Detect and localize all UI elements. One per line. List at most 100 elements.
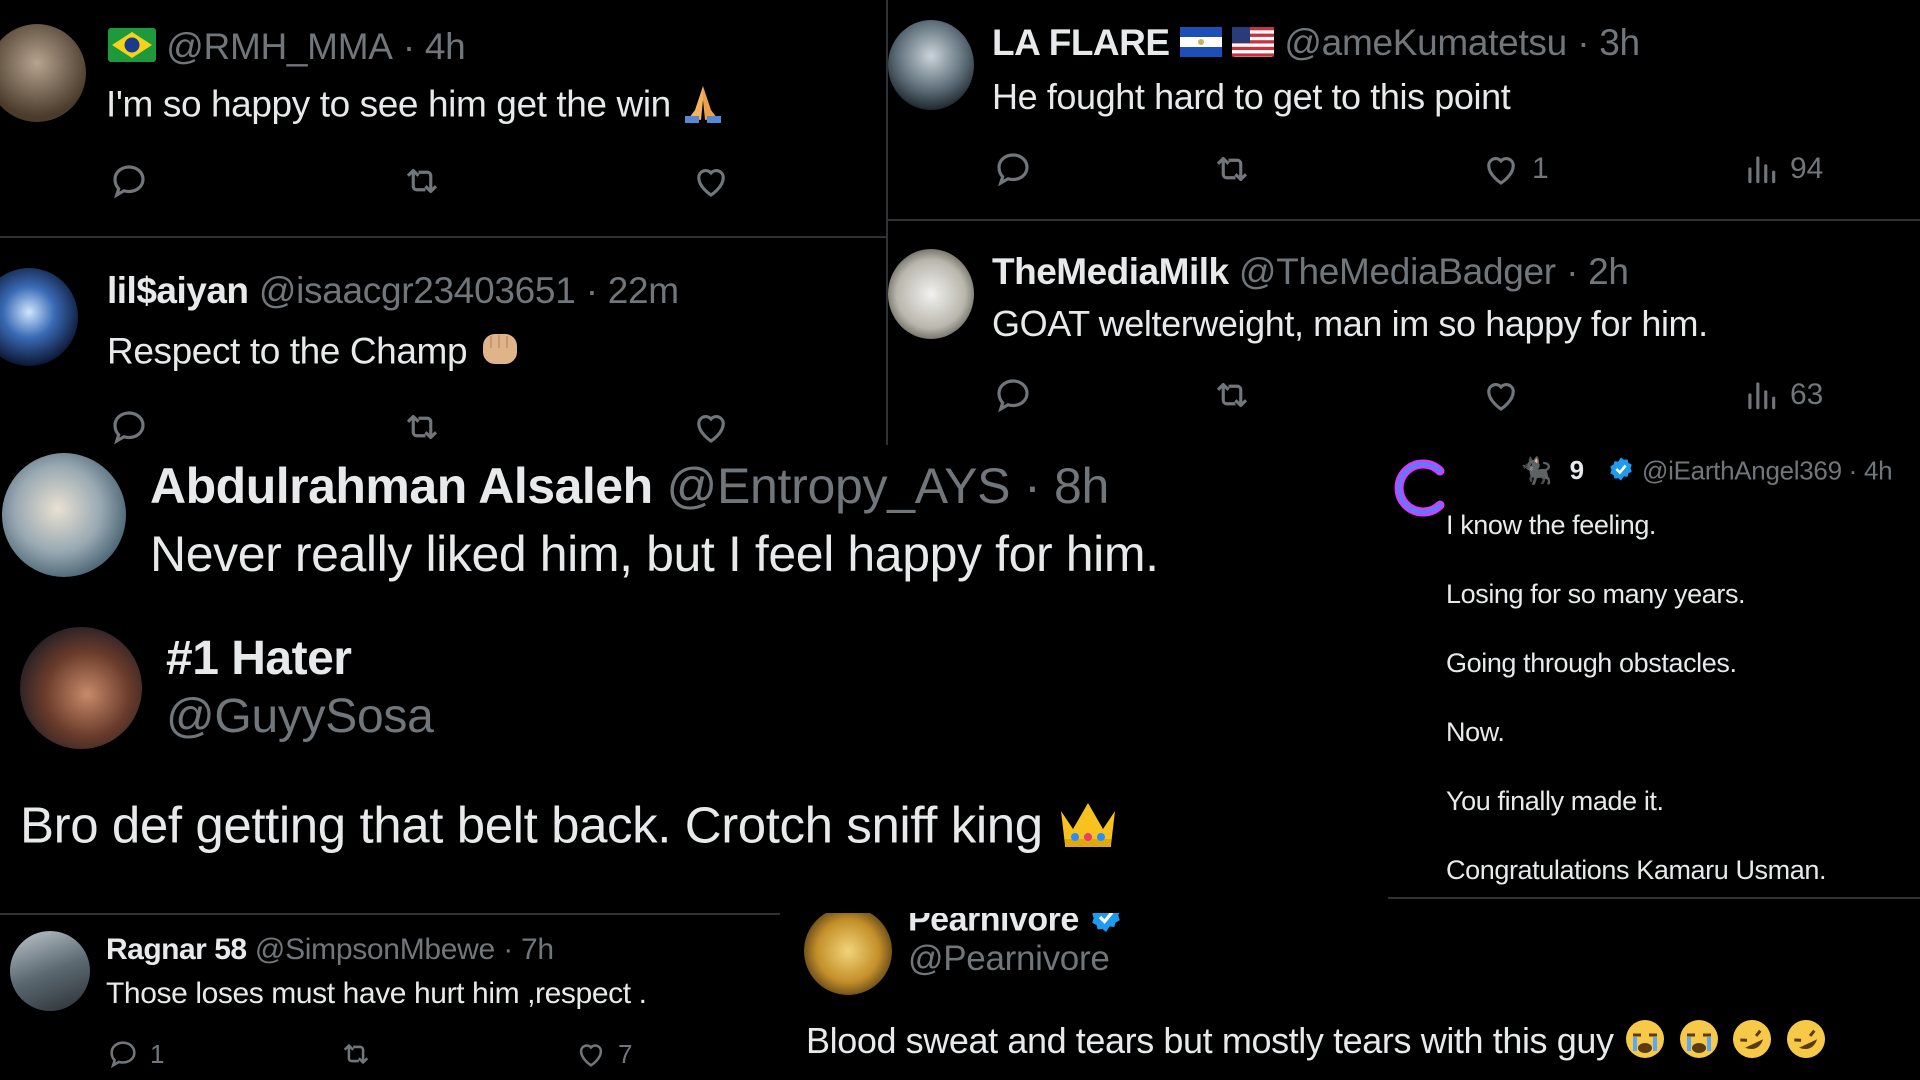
divider — [1388, 897, 1920, 899]
tweet-author-name[interactable]: Ragnar 58 — [106, 933, 247, 966]
tweet-actions: 1 7 — [106, 1037, 632, 1071]
tweet-header: Ragnar 58 @SimpsonMbewe · 7h — [106, 933, 554, 967]
avatar[interactable] — [0, 268, 78, 366]
tweet-handle[interactable]: @GuyySosa — [166, 690, 434, 743]
tweet-panel-bottom-right: Pearnivore @Pearnivore Blood sweat and t… — [780, 913, 1920, 1080]
like-button[interactable] — [690, 160, 732, 202]
tweet-earth[interactable]: 🐈‍⬛ 9 @iEarthAngel369 · 4h I know the fe… — [1388, 445, 1920, 900]
tweet-author-name[interactable]: lil$aiyan — [107, 270, 249, 311]
tweet-time[interactable]: · 22m — [586, 270, 679, 311]
tweet-handle-row: @Pearnivore — [908, 939, 1110, 979]
tweet-author-name[interactable]: Abdulrahman Alsaleh — [150, 458, 653, 514]
reply-button[interactable]: 1 — [106, 1037, 338, 1071]
tweet-text: Blood sweat and tears but mostly tears w… — [806, 1017, 1828, 1070]
tweet-handle[interactable]: @RMH_MMA — [166, 26, 393, 67]
tweet-text-content: Respect to the Champ — [107, 330, 468, 372]
reply-button[interactable] — [992, 148, 1210, 190]
tweet-header: TheMediaMilk @TheMediaBadger · 2h — [992, 251, 1629, 293]
tweet-panel-right-middle: 🐈‍⬛ 9 @iEarthAngel369 · 4h I know the fe… — [1388, 445, 1920, 900]
tweet-mediamilk[interactable]: TheMediaMilk @TheMediaBadger · 2h GOAT w… — [888, 221, 1920, 445]
like-button[interactable] — [1480, 374, 1742, 416]
tweet-header: #1 Hater — [166, 631, 352, 686]
tweet-laflare[interactable]: LA FLARE @ameKumatetsu · 3h He fought ha… — [888, 0, 1920, 219]
like-button[interactable] — [690, 406, 732, 445]
tweet-author-name[interactable]: TheMediaMilk — [992, 251, 1229, 292]
crown-emoji-icon — [1057, 795, 1119, 863]
retweet-button[interactable] — [1210, 148, 1480, 190]
tweet-actions — [108, 406, 732, 445]
tweet-text: I'm so happy to see him get the win — [106, 80, 725, 133]
heart-icon — [697, 415, 725, 443]
views-button[interactable]: 94 — [1742, 150, 1823, 188]
tweet-header: Abdulrahman Alsaleh @Entropy_AYS · 8h — [150, 457, 1109, 515]
tweet-time[interactable]: · 3h — [1577, 22, 1640, 63]
avatar[interactable] — [10, 931, 90, 1011]
avatar[interactable] — [888, 20, 974, 110]
retweet-icon — [1216, 156, 1248, 182]
tweet-pearnivore[interactable]: Pearnivore @Pearnivore Blood sweat and t… — [780, 913, 1920, 1080]
tweet-header: 🐈‍⬛ 9 @iEarthAngel369 · 4h — [1520, 455, 1893, 490]
tweet-rmh[interactable]: @RMH_MMA · 4h I'm so happy to see him ge… — [0, 0, 888, 236]
tweet-time[interactable]: · 7h — [503, 933, 554, 966]
tweet-handle[interactable]: @TheMediaBadger — [1239, 251, 1556, 292]
tweet-handle[interactable]: @iEarthAngel369 · 4h — [1642, 455, 1893, 485]
tweet-header: lil$aiyan @isaacgr23403651 · 22m — [107, 270, 679, 312]
view-count: 63 — [1790, 378, 1824, 411]
reply-button[interactable] — [992, 374, 1210, 416]
tweet-text: I know the feeling. Losing for so many y… — [1446, 491, 1826, 900]
tweet-header: LA FLARE @ameKumatetsu · 3h — [992, 22, 1640, 66]
tweet-handle[interactable]: @Entropy_AYS — [667, 458, 1011, 514]
tweet-author-name[interactable]: LA FLARE — [992, 22, 1170, 63]
tweet-panel-bottom-left: Ragnar 58 @SimpsonMbewe · 7h Those loses… — [0, 915, 780, 1080]
tweet-author-name[interactable]: 9 — [1570, 455, 1584, 485]
tweet-saiyan[interactable]: lil$aiyan @isaacgr23403651 · 22m Respect… — [0, 238, 888, 445]
avatar[interactable] — [2, 453, 126, 577]
avatar[interactable] — [888, 249, 974, 339]
views-button[interactable]: 63 — [1742, 376, 1823, 414]
like-button[interactable]: 7 — [574, 1037, 632, 1071]
avatar[interactable] — [0, 24, 86, 122]
tweet-text: Never really liked him, but I feel happy… — [150, 526, 1159, 582]
retweet-icon — [1216, 382, 1248, 408]
like-count: 1 — [1532, 152, 1549, 185]
retweet-button[interactable] — [338, 1037, 574, 1071]
tweet-panel-left-middle: Abdulrahman Alsaleh @Entropy_AYS · 8h Ne… — [0, 445, 1388, 913]
tweet-line: I know the feeling. — [1446, 510, 1657, 540]
tweet-handle[interactable]: @Pearnivore — [908, 939, 1110, 978]
views-icon — [1748, 382, 1776, 410]
tweet-line: Losing for so many years. — [1446, 579, 1746, 609]
tweet-text-content: Blood sweat and tears but mostly tears w… — [806, 1020, 1614, 1062]
tweet-text: Those loses must have hurt him ,respect … — [106, 977, 647, 1010]
retweet-button[interactable] — [1210, 374, 1480, 416]
tweet-handle[interactable]: @ameKumatetsu — [1284, 22, 1567, 63]
tweet-handle[interactable]: @isaacgr23403651 — [259, 270, 576, 311]
tweet-panel-left-top: @RMH_MMA · 4h I'm so happy to see him ge… — [0, 0, 888, 445]
tweet-author-name[interactable]: Pearnivore — [908, 913, 1079, 938]
view-count: 94 — [1790, 152, 1824, 185]
reply-button[interactable] — [108, 160, 400, 202]
tweet-line: Now. — [1446, 717, 1505, 747]
like-button[interactable]: 1 — [1480, 148, 1742, 190]
retweet-button[interactable] — [400, 406, 690, 445]
tweet-ragnar[interactable]: Ragnar 58 @SimpsonMbewe · 7h Those loses… — [0, 915, 780, 1080]
tweet-actions: 1 94 — [992, 148, 1823, 190]
avatar[interactable] — [804, 913, 892, 995]
reply-button[interactable] — [108, 406, 400, 445]
retweet-icon — [406, 168, 438, 194]
tweet-time[interactable]: · 2h — [1566, 251, 1629, 292]
tweet-handle[interactable]: @SimpsonMbewe — [255, 933, 495, 966]
tweet-author-name[interactable]: #1 Hater — [166, 632, 352, 685]
tweet-actions — [108, 160, 732, 202]
rolling-laughing-emoji-icon — [1730, 1017, 1774, 1070]
folded-hands-emoji-icon — [681, 80, 725, 133]
views-icon — [1748, 156, 1776, 184]
avatar[interactable] — [20, 627, 142, 749]
tweet-panel-right-top: LA FLARE @ameKumatetsu · 3h He fought ha… — [888, 0, 1920, 445]
tweet-time[interactable]: · 4h — [403, 26, 466, 67]
heart-icon — [1487, 383, 1515, 411]
retweet-button[interactable] — [400, 160, 690, 202]
tweet-time[interactable]: · 8h — [1024, 458, 1109, 514]
tweet-text: Bro def getting that belt back. Crotch s… — [20, 795, 1119, 863]
tweet-hater[interactable]: #1 Hater @GuyySosa Bro def getting that … — [0, 615, 1388, 913]
tweet-abdul[interactable]: Abdulrahman Alsaleh @Entropy_AYS · 8h Ne… — [0, 445, 1388, 605]
